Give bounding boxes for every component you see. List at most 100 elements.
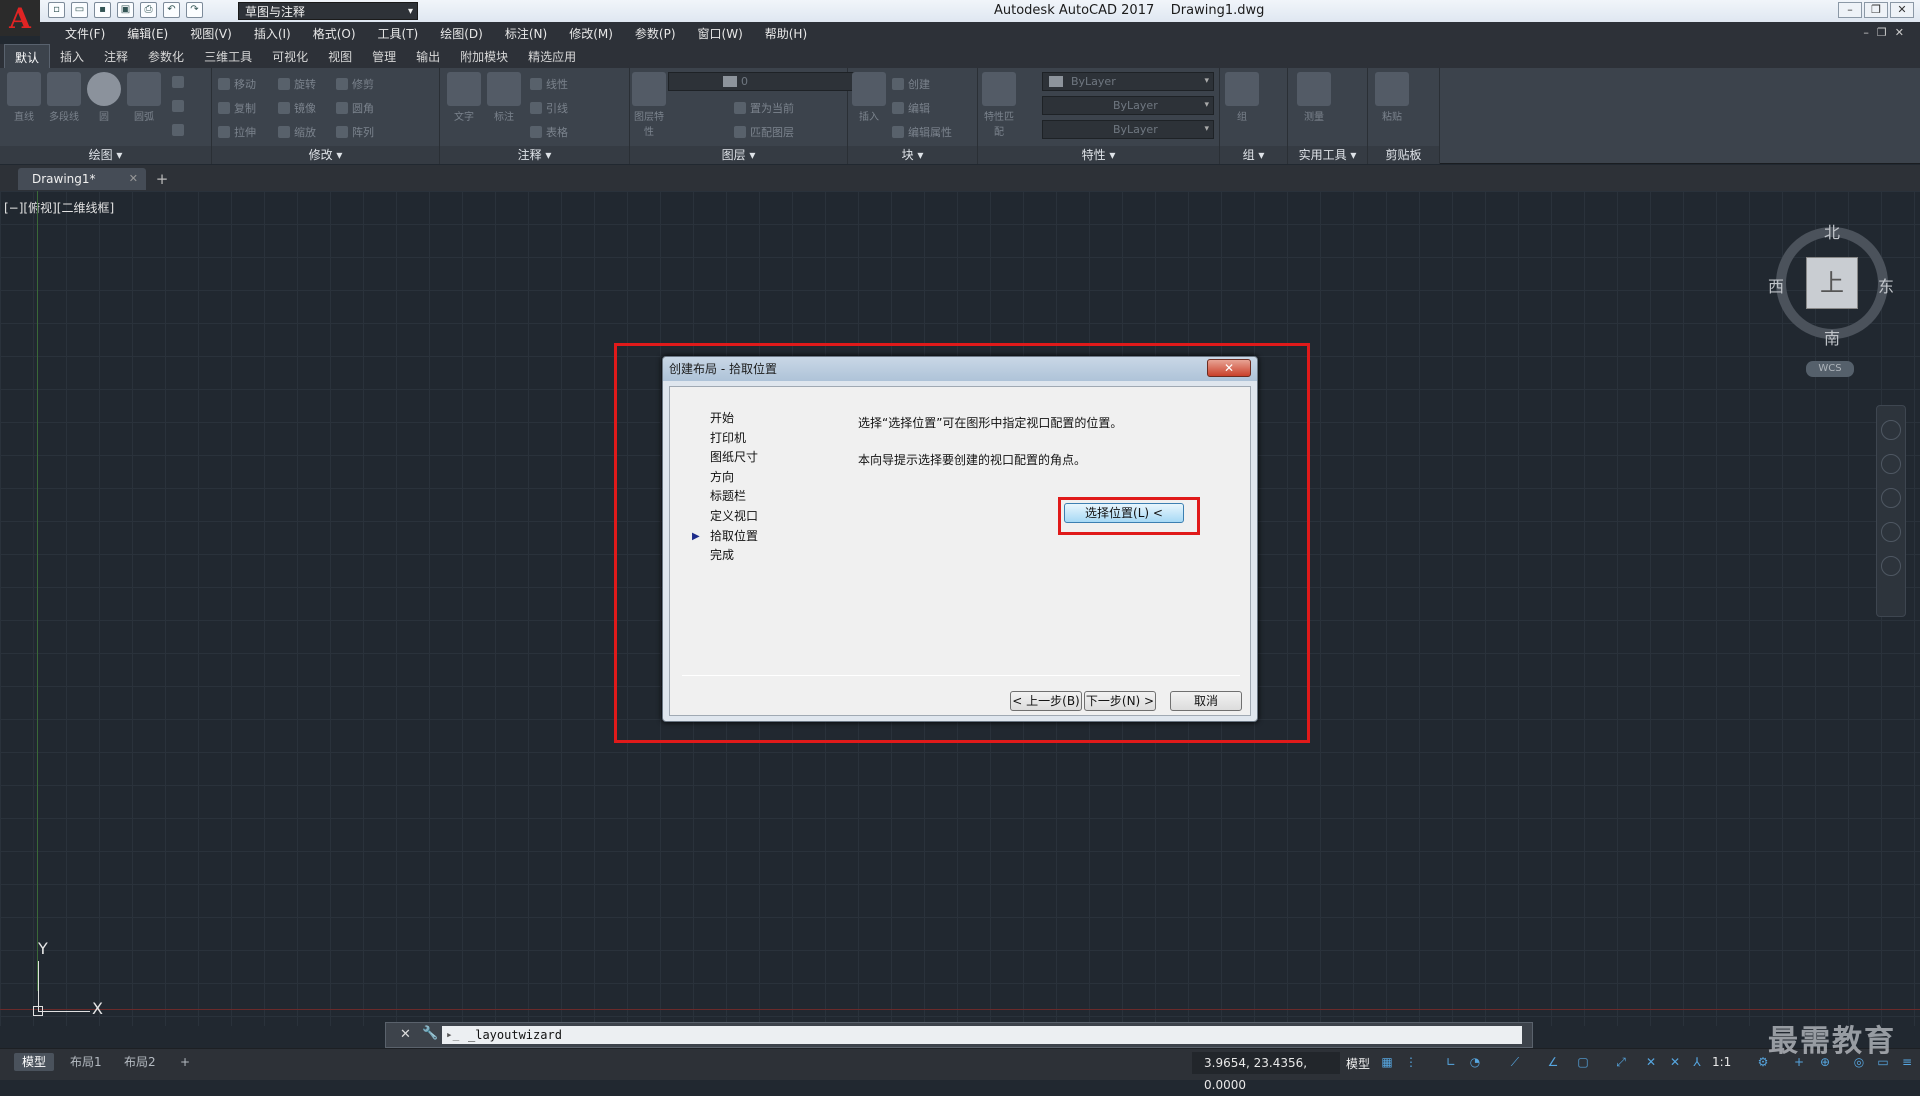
- linetype-dropdown[interactable]: ByLayer ▾: [1042, 96, 1214, 115]
- fillet-tool[interactable]: 圆角: [336, 100, 374, 116]
- menu-icon[interactable]: ≡: [1900, 1055, 1914, 1069]
- new-tab-button[interactable]: +: [152, 169, 172, 189]
- edit-block-tool[interactable]: 编辑: [892, 100, 930, 116]
- panel-title-groups[interactable]: 组 ▾: [1220, 146, 1287, 164]
- stretch-tool[interactable]: 拉伸: [218, 124, 256, 140]
- tab-home[interactable]: 默认: [4, 44, 51, 68]
- command-input[interactable]: ▸_ _layoutwizard: [442, 1026, 1522, 1044]
- next-button[interactable]: 下一步(N) >: [1084, 691, 1156, 711]
- panel-title-layers[interactable]: 图层 ▾: [630, 146, 847, 164]
- tab-visualize[interactable]: 可视化: [262, 44, 318, 68]
- move-tool[interactable]: 移动: [218, 76, 256, 92]
- tab-output[interactable]: 输出: [406, 44, 450, 68]
- ortho-icon[interactable]: ∟: [1444, 1055, 1458, 1069]
- create-block-tool[interactable]: 创建: [892, 76, 930, 92]
- redo-icon[interactable]: ↷: [186, 2, 203, 18]
- coordinate-readout[interactable]: 3.9654, 23.4356, 0.0000: [1192, 1052, 1340, 1092]
- menu-file[interactable]: 文件(F): [54, 25, 116, 42]
- osnap-tracking-icon[interactable]: ∠: [1546, 1055, 1560, 1069]
- tab-view[interactable]: 视图: [318, 44, 362, 68]
- rotate-tool[interactable]: 旋转: [278, 76, 316, 92]
- panel-title-modify[interactable]: 修改 ▾: [212, 146, 439, 164]
- wrench-icon[interactable]: 🔧: [422, 1026, 438, 1041]
- insert-block-tool[interactable]: 插入: [850, 72, 888, 123]
- pan-icon[interactable]: [1881, 454, 1901, 474]
- viewcube[interactable]: 上 北 南 西 东: [1768, 219, 1896, 349]
- tab-insert[interactable]: 插入: [50, 44, 94, 68]
- osnap-icon[interactable]: ▢: [1576, 1055, 1590, 1069]
- paste-tool[interactable]: 粘贴: [1372, 72, 1412, 123]
- save-icon[interactable]: ▪: [94, 2, 111, 18]
- menu-window[interactable]: 窗口(W): [687, 25, 754, 42]
- menu-format[interactable]: 格式(O): [302, 25, 367, 42]
- undo-icon[interactable]: ↶: [163, 2, 180, 18]
- menu-dimension[interactable]: 标注(N): [494, 25, 558, 42]
- table-tool[interactable]: 表格: [530, 124, 568, 140]
- group-tool[interactable]: 组: [1224, 72, 1260, 123]
- color-dropdown[interactable]: ByLayer ▾: [1042, 72, 1214, 91]
- open-file-icon[interactable]: ▭: [71, 2, 88, 18]
- model-space-toggle[interactable]: 模型: [1346, 1055, 1370, 1072]
- menu-modify[interactable]: 修改(M): [558, 25, 624, 42]
- layer-dropdown[interactable]: 0▾: [668, 72, 874, 91]
- panel-title-block[interactable]: 块 ▾: [848, 146, 977, 164]
- tab-addins[interactable]: 附加模块: [450, 44, 518, 68]
- dimension-tool[interactable]: 标注: [484, 72, 524, 123]
- back-button[interactable]: < 上一步(B): [1010, 691, 1082, 711]
- annotation-scale[interactable]: 1:1: [1712, 1055, 1731, 1069]
- save-as-icon[interactable]: ▣: [117, 2, 134, 18]
- text-tool[interactable]: 文字: [444, 72, 484, 123]
- circle-tool[interactable]: 圆: [84, 72, 124, 123]
- panel-title-utilities[interactable]: 实用工具 ▾: [1288, 146, 1367, 164]
- tab-drawing1[interactable]: Drawing1* ✕: [18, 168, 146, 190]
- measure-tool[interactable]: 测量: [1294, 72, 1334, 123]
- rectangle-tool[interactable]: [172, 76, 184, 88]
- menu-tools[interactable]: 工具(T): [367, 25, 430, 42]
- select-location-button[interactable]: 选择位置(L) <: [1064, 503, 1184, 523]
- compass-north[interactable]: 北: [1824, 219, 1840, 243]
- isodraft-icon[interactable]: ⟋: [1508, 1055, 1522, 1069]
- arc-tool[interactable]: 圆弧: [124, 72, 164, 123]
- layer-properties-tool[interactable]: 图层特性: [632, 72, 666, 138]
- menu-view[interactable]: 视图(V): [179, 25, 243, 42]
- hatch-tool[interactable]: [172, 100, 184, 112]
- menu-insert[interactable]: 插入(I): [243, 25, 302, 42]
- compass-south[interactable]: 南: [1824, 325, 1840, 349]
- new-file-icon[interactable]: ▫: [48, 2, 65, 18]
- scale-tool[interactable]: 缩放: [278, 124, 316, 140]
- panel-title-annotation[interactable]: 注释 ▾: [440, 146, 629, 164]
- tab-3d-tools[interactable]: 三维工具: [194, 44, 262, 68]
- menu-help[interactable]: 帮助(H): [754, 25, 818, 42]
- match-layer-tool[interactable]: 匹配图层: [734, 124, 794, 140]
- viewcube-top-face[interactable]: 上: [1806, 257, 1858, 309]
- set-current-tool[interactable]: 置为当前: [734, 100, 794, 116]
- panel-title-clipboard[interactable]: 剪贴板: [1368, 146, 1439, 164]
- grid-icon[interactable]: ▦: [1380, 1055, 1394, 1069]
- close-icon[interactable]: ✕: [400, 1027, 411, 1042]
- polyline-tool[interactable]: 多段线: [44, 72, 84, 123]
- compass-west[interactable]: 西: [1768, 273, 1784, 297]
- copy-tool[interactable]: 复制: [218, 100, 256, 116]
- panel-title-draw[interactable]: 绘图 ▾: [0, 146, 211, 164]
- maximize-button[interactable]: ❐: [1864, 2, 1888, 18]
- region-tool[interactable]: [172, 124, 184, 136]
- showmotion-icon[interactable]: [1881, 556, 1901, 576]
- wcs-menu[interactable]: WCS: [1806, 361, 1854, 377]
- polar-icon[interactable]: ◔: [1468, 1055, 1482, 1069]
- annotation-scale-icon[interactable]: ⅄: [1690, 1055, 1704, 1069]
- close-icon[interactable]: ✕: [129, 168, 138, 190]
- trim-tool[interactable]: 修剪: [336, 76, 374, 92]
- array-tool[interactable]: 阵列: [336, 124, 374, 140]
- tab-layout2[interactable]: 布局2: [116, 1053, 164, 1071]
- mirror-tool[interactable]: 镜像: [278, 100, 316, 116]
- minimize-button[interactable]: –: [1838, 2, 1862, 18]
- dynamic-ucs-icon[interactable]: ⤢: [1614, 1055, 1628, 1069]
- close-button[interactable]: ✕: [1890, 2, 1914, 18]
- print-icon[interactable]: ⎙: [140, 2, 157, 18]
- edit-attributes-tool[interactable]: 编辑属性: [892, 124, 952, 140]
- cancel-button[interactable]: 取消: [1170, 691, 1242, 711]
- menu-edit[interactable]: 编辑(E): [116, 25, 179, 42]
- tab-layout1[interactable]: 布局1: [62, 1053, 110, 1071]
- menu-draw[interactable]: 绘图(D): [429, 25, 494, 42]
- auto-scale-icon[interactable]: ✕: [1668, 1055, 1682, 1069]
